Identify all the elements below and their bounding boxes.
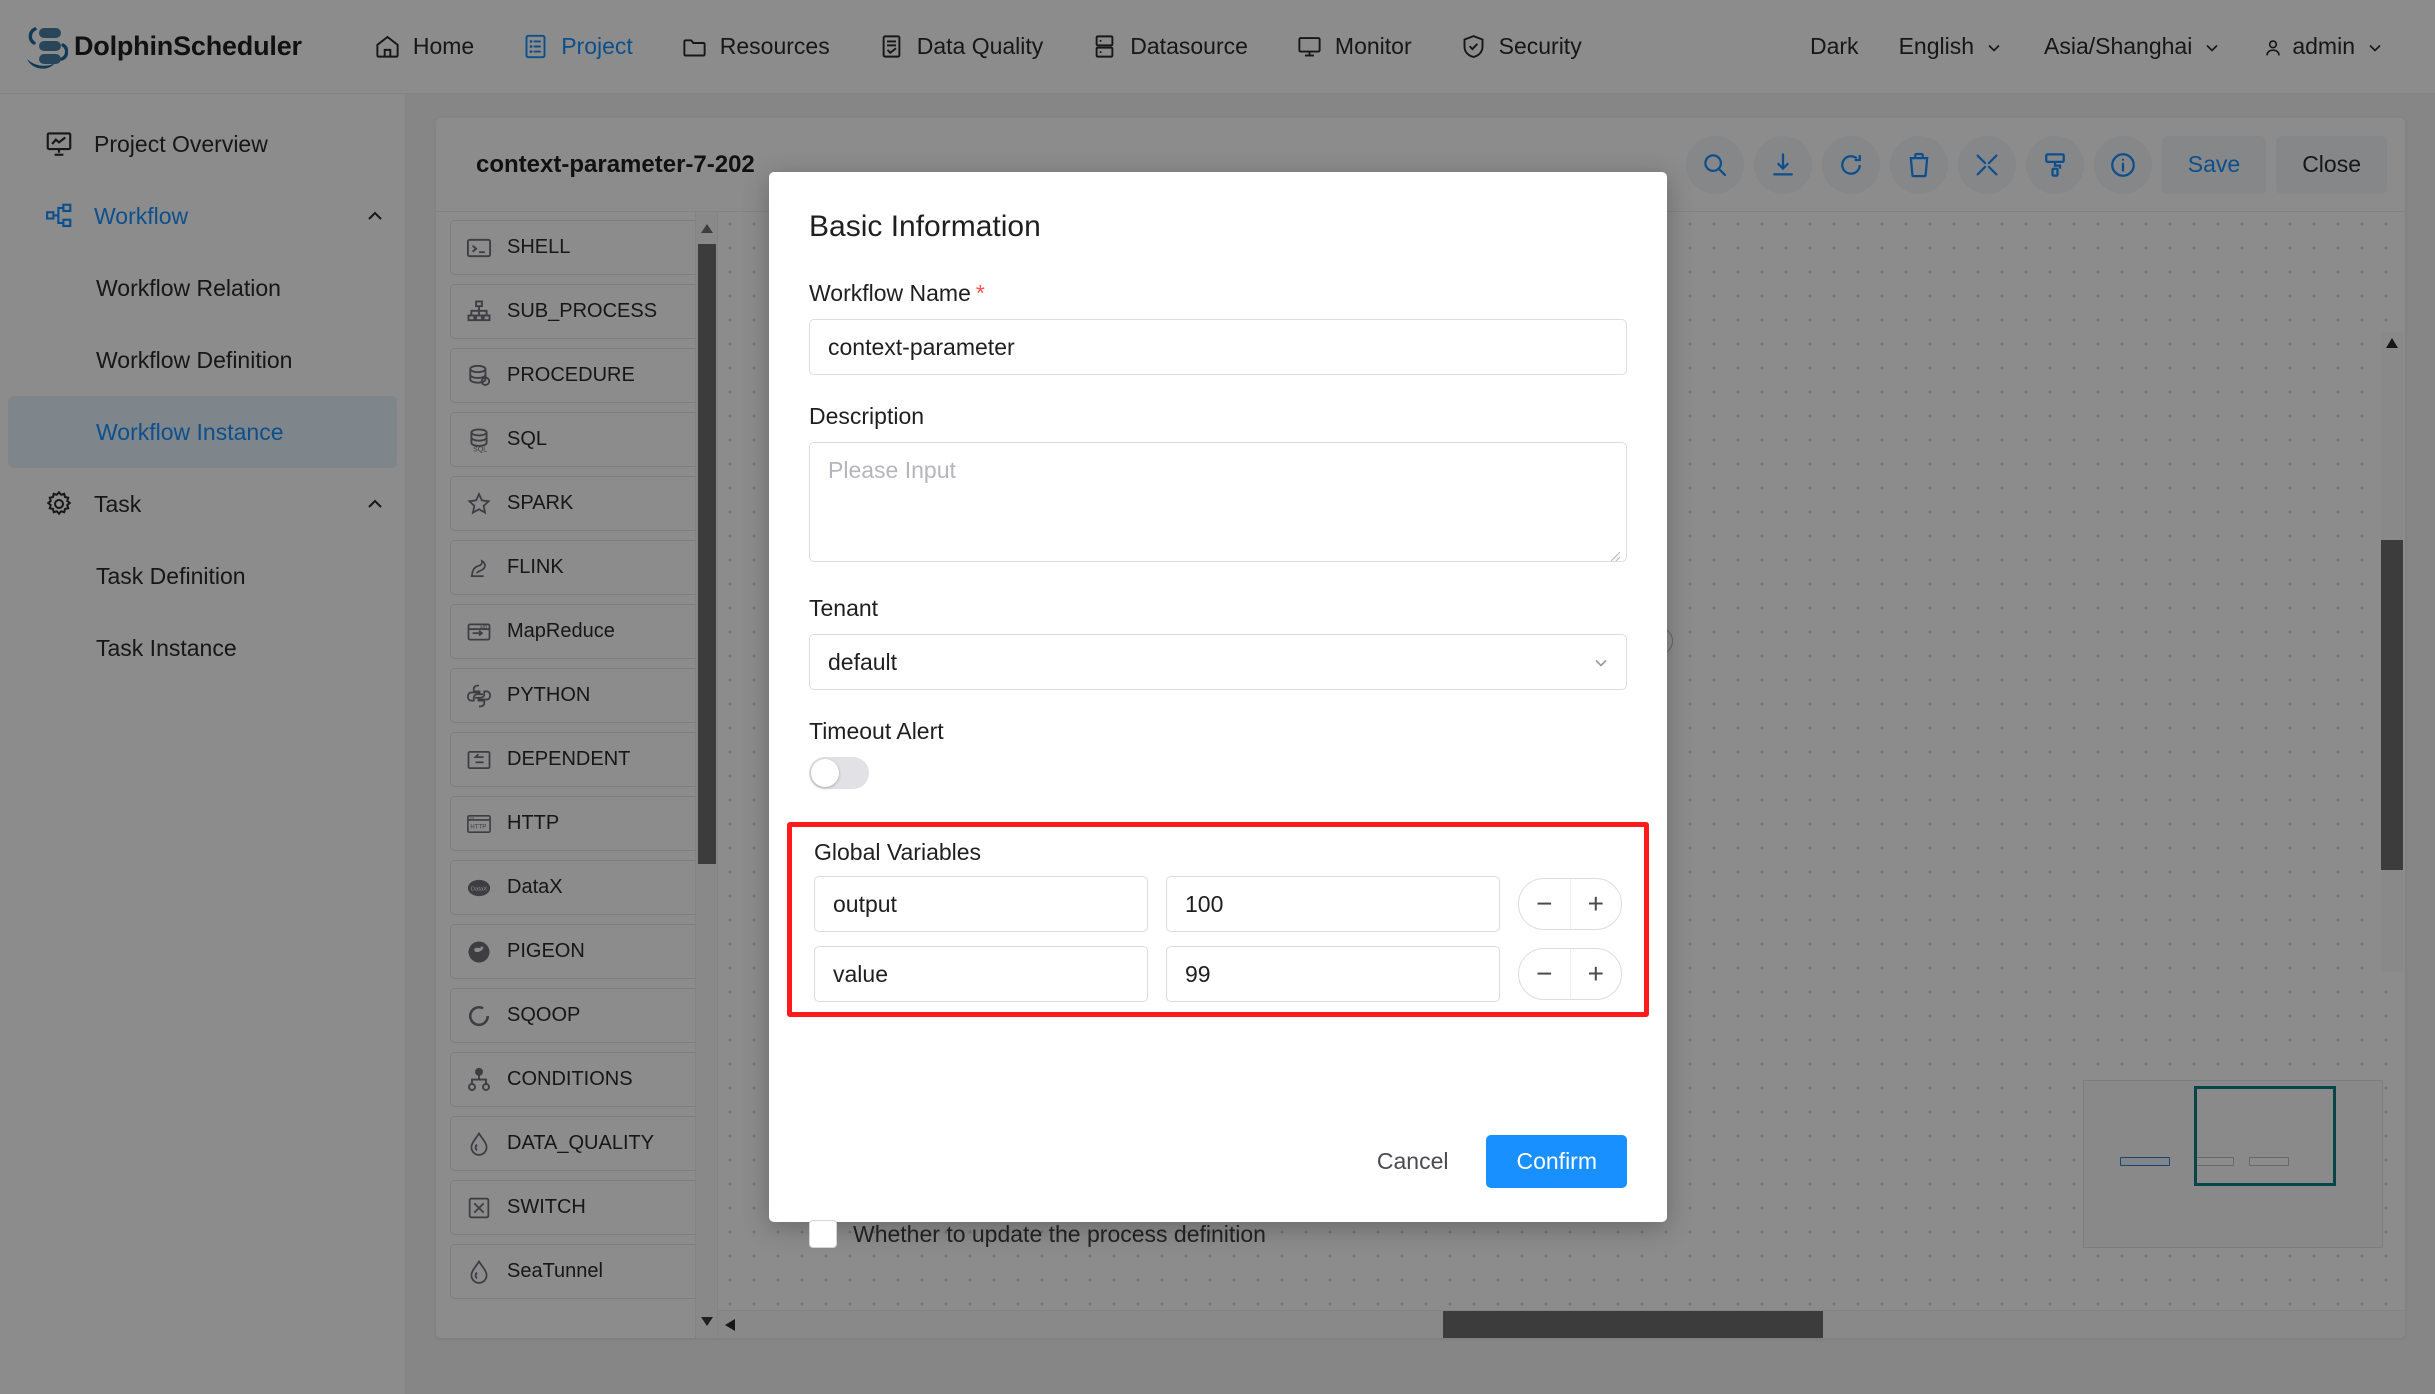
description-label: Description: [809, 403, 1627, 430]
global-variable-row: − +: [814, 876, 1622, 932]
remove-variable-button[interactable]: −: [1519, 949, 1571, 999]
update-process-definition-checkbox[interactable]: [809, 1220, 837, 1248]
confirm-button[interactable]: Confirm: [1486, 1135, 1627, 1188]
tenant-select[interactable]: [809, 634, 1627, 690]
add-variable-button[interactable]: +: [1571, 879, 1622, 929]
global-variables-label: Global Variables: [814, 839, 1622, 866]
remove-variable-button[interactable]: −: [1519, 879, 1571, 929]
description-textarea[interactable]: [809, 442, 1627, 562]
cancel-button[interactable]: Cancel: [1363, 1138, 1463, 1185]
global-variable-row: − +: [814, 946, 1622, 1002]
workflow-name-label-text: Workflow Name: [809, 280, 971, 306]
modal-title: Basic Information: [809, 210, 1627, 244]
workflow-name-input[interactable]: [809, 319, 1627, 375]
global-variables-section: Global Variables − + − +: [787, 822, 1649, 1017]
add-variable-button[interactable]: +: [1571, 949, 1622, 999]
timeout-alert-label: Timeout Alert: [809, 718, 1627, 745]
global-variable-value-input[interactable]: [1166, 876, 1500, 932]
global-variable-key-input[interactable]: [814, 946, 1148, 1002]
workflow-name-label: Workflow Name*: [809, 280, 1627, 307]
timeout-alert-toggle[interactable]: [809, 757, 869, 789]
update-process-definition-label: Whether to update the process definition: [853, 1221, 1266, 1248]
global-variable-key-input[interactable]: [814, 876, 1148, 932]
tenant-label: Tenant: [809, 595, 1627, 622]
toggle-knob: [811, 759, 839, 787]
modal-footer: Cancel Confirm: [1363, 1135, 1627, 1188]
global-variable-row-buttons: − +: [1518, 948, 1622, 1000]
basic-information-modal: Basic Information Workflow Name* Descrip…: [769, 172, 1667, 1222]
global-variable-row-buttons: − +: [1518, 878, 1622, 930]
update-process-definition-row[interactable]: Whether to update the process definition: [809, 1220, 1266, 1248]
global-variable-value-input[interactable]: [1166, 946, 1500, 1002]
required-asterisk: *: [976, 280, 985, 306]
